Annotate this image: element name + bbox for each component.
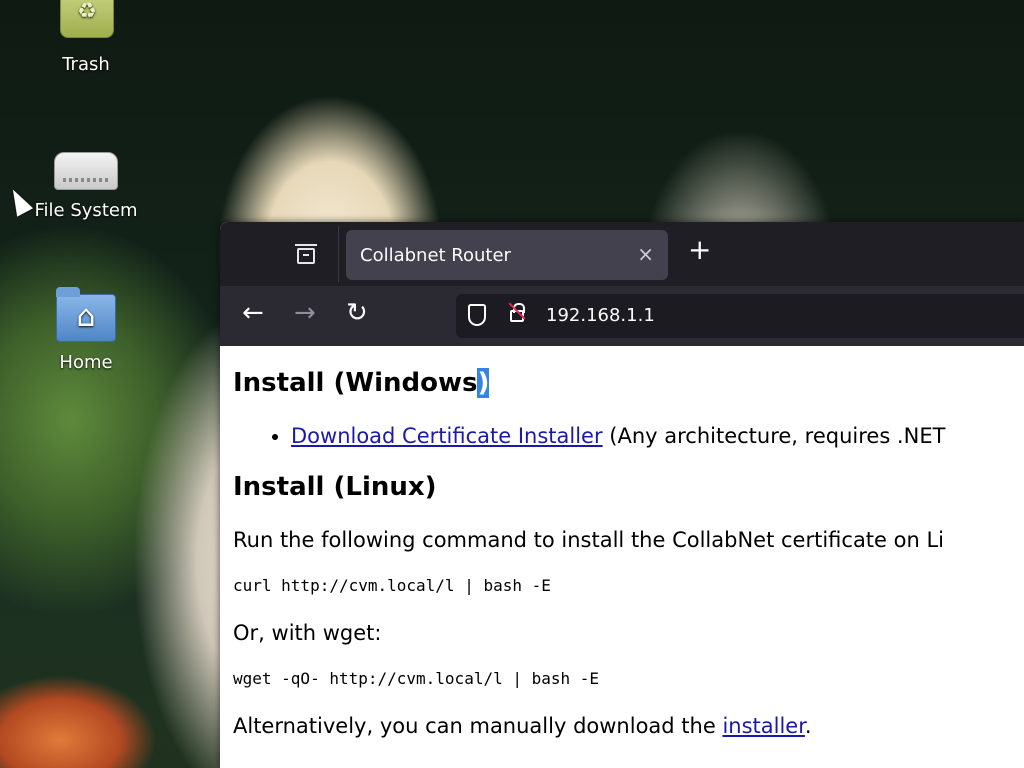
tab-bar: Collabnet Router × + bbox=[220, 222, 1024, 286]
alternative-text: Alternatively, you can manually download… bbox=[233, 714, 812, 738]
tab-title: Collabnet Router bbox=[360, 245, 511, 266]
nav-bar: ← → ↻ 192.168.1.1 bbox=[220, 286, 1024, 346]
url-text[interactable]: 192.168.1.1 bbox=[546, 305, 655, 326]
desktop-icon-label: Trash bbox=[62, 54, 110, 75]
home-folder-icon bbox=[54, 287, 118, 346]
windows-download-list: Download Certificate Installer (Any arch… bbox=[233, 424, 1024, 448]
download-certificate-installer-link[interactable]: Download Certificate Installer bbox=[291, 424, 603, 448]
list-item: Download Certificate Installer (Any arch… bbox=[291, 424, 1024, 448]
desktop-icon-file-system[interactable]: File System bbox=[26, 138, 146, 221]
page-content: Install (Windows) Download Certificate I… bbox=[220, 346, 1024, 768]
reload-button[interactable]: ↻ bbox=[346, 300, 368, 326]
drive-icon bbox=[54, 138, 118, 194]
browser-window: Collabnet Router × + ← → ↻ 192.168.1.1 I… bbox=[220, 222, 1024, 768]
desktop-icon-label: Home bbox=[59, 352, 113, 373]
back-button[interactable]: ← bbox=[242, 300, 264, 326]
desktop-icon-home[interactable]: Home bbox=[26, 287, 146, 373]
linux-intro-text: Run the following command to install the… bbox=[233, 528, 945, 552]
windows-requirements-note: (Any architecture, requires .NET bbox=[602, 424, 946, 448]
wget-command: wget -qO- http://cvm.local/l | bash -E bbox=[233, 669, 600, 688]
heading-install-windows: Install (Windows) bbox=[233, 368, 490, 398]
desktop-icon-trash[interactable]: Trash bbox=[26, 0, 146, 75]
tracking-shield-icon[interactable] bbox=[468, 304, 486, 326]
trash-icon bbox=[54, 0, 118, 48]
new-tab-button[interactable]: + bbox=[688, 236, 711, 264]
url-bar[interactable]: 192.168.1.1 bbox=[456, 294, 1024, 338]
forward-button[interactable]: → bbox=[294, 300, 316, 326]
close-tab-icon[interactable]: × bbox=[637, 242, 654, 266]
wget-intro-text: Or, with wget: bbox=[233, 621, 382, 645]
tab-collabnet-router[interactable]: Collabnet Router × bbox=[346, 230, 668, 280]
tab-divider bbox=[338, 226, 339, 282]
heading-install-linux: Install (Linux) bbox=[233, 472, 437, 502]
curl-command: curl http://cvm.local/l | bash -E bbox=[233, 576, 551, 595]
desktop-icon-label: File System bbox=[34, 200, 138, 221]
insecure-lock-icon[interactable] bbox=[510, 303, 525, 322]
installer-link[interactable]: installer bbox=[722, 714, 804, 738]
selected-text: ) bbox=[477, 368, 490, 398]
tab-list-icon[interactable] bbox=[292, 242, 322, 272]
